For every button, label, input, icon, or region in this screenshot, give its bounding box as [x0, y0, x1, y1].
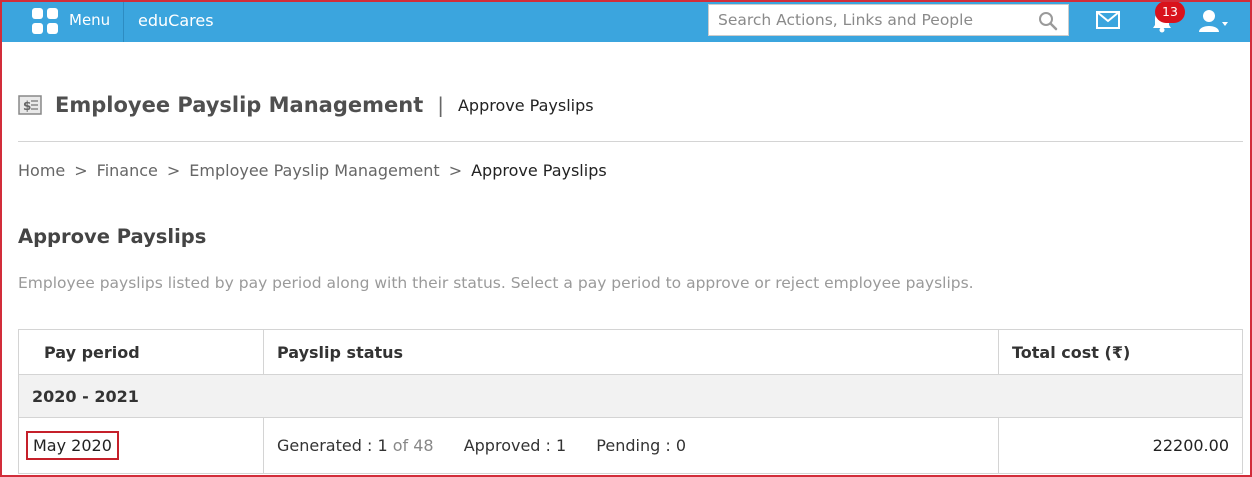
search-input[interactable]	[709, 5, 1029, 35]
search-icon[interactable]	[1038, 11, 1058, 31]
breadcrumb-finance[interactable]: Finance	[97, 161, 158, 180]
generated-total: of 48	[392, 436, 434, 455]
mail-icon[interactable]	[1096, 11, 1120, 29]
page-title: Employee Payslip Management	[55, 93, 424, 117]
page-subtitle: Approve Payslips	[457, 95, 594, 115]
header-divider	[18, 141, 1243, 142]
section-title: Approve Payslips	[18, 225, 207, 248]
column-header-payslip-status: Payslip status	[263, 329, 999, 375]
approved-value: 1	[556, 436, 567, 455]
generated-value: 1	[377, 436, 388, 455]
column-header-total-cost: Total cost (₹)	[998, 329, 1243, 375]
search-box	[708, 4, 1069, 36]
user-avatar-icon[interactable]	[1198, 9, 1230, 33]
table-header-row: Pay period Payslip status Total cost (₹)	[18, 329, 1243, 375]
section-description: Employee payslips listed by pay period a…	[18, 274, 974, 292]
fiscal-year-label: 2020 - 2021	[18, 374, 1243, 418]
app-name-link[interactable]: eduCares	[138, 11, 214, 30]
payslip-status-cell: Generated : 1 of 48 Approved : 1 Pending…	[263, 417, 999, 474]
svg-text:$: $	[23, 99, 31, 113]
total-cost-cell: 22200.00	[998, 417, 1243, 474]
pay-period-link[interactable]: May 2020	[26, 431, 119, 460]
page-header: $ Employee Payslip Management | Approve …	[18, 88, 594, 122]
breadcrumb-home[interactable]: Home	[18, 161, 65, 180]
approved-label: Approved :	[463, 436, 551, 455]
table-group-row: 2020 - 2021	[18, 374, 1243, 418]
pending-label: Pending :	[596, 436, 671, 455]
breadcrumb-payslip-management[interactable]: Employee Payslip Management	[189, 161, 439, 180]
menu-label: Menu	[69, 11, 111, 29]
pending-value: 0	[675, 436, 687, 455]
top-navigation-bar: Menu eduCares 13	[0, 0, 1252, 42]
grid-menu-icon	[32, 8, 58, 34]
column-header-pay-period: Pay period	[18, 329, 264, 375]
payslip-table: Pay period Payslip status Total cost (₹)…	[18, 329, 1243, 474]
breadcrumb-current: Approve Payslips	[471, 161, 607, 180]
payslip-icon: $	[18, 95, 42, 115]
table-row: May 2020 Generated : 1 of 48 Approved : …	[18, 417, 1243, 474]
notification-count-badge: 13	[1155, 1, 1185, 23]
pay-period-cell: May 2020	[18, 417, 264, 474]
breadcrumb-separator: >	[448, 161, 463, 180]
generated-label: Generated :	[277, 436, 373, 455]
breadcrumb: Home > Finance > Employee Payslip Management…	[18, 161, 607, 180]
title-separator: |	[437, 93, 444, 117]
menu-button[interactable]: Menu	[18, 0, 124, 42]
breadcrumb-separator: >	[166, 161, 181, 180]
breadcrumb-separator: >	[74, 161, 88, 180]
